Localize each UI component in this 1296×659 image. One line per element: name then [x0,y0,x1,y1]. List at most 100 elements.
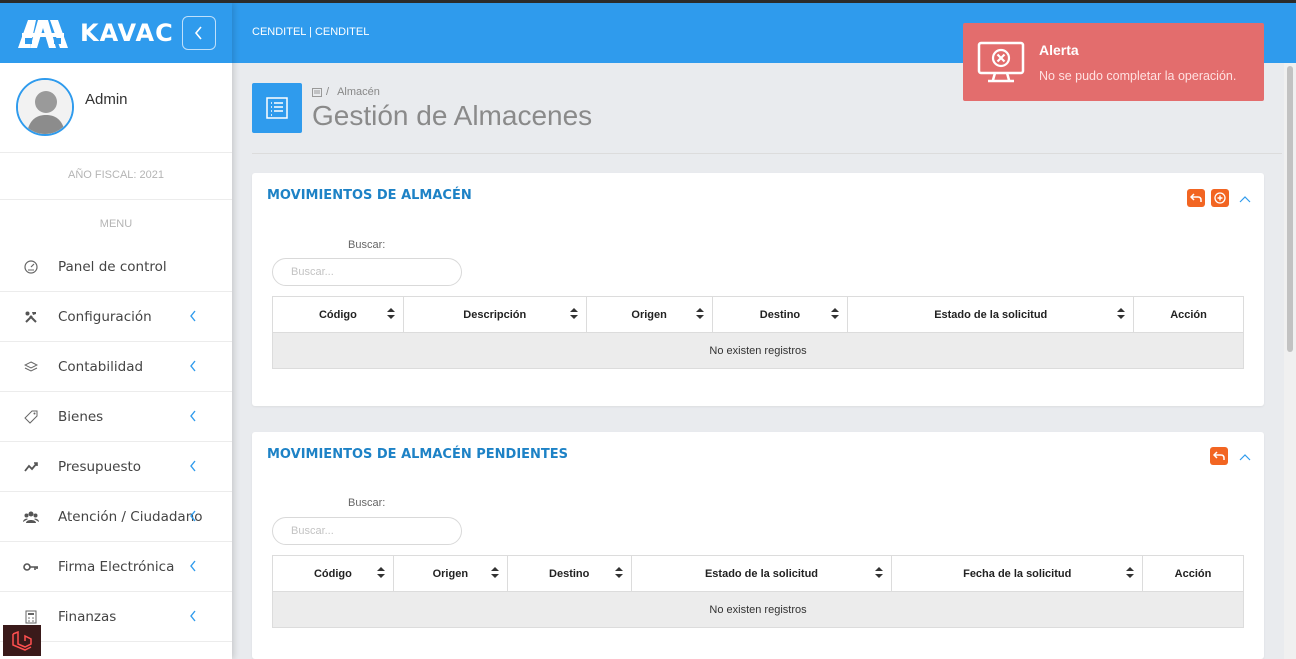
chevron-up-icon[interactable] [1238,192,1252,206]
search-input[interactable] [272,258,462,286]
table-row: No existen registros [272,591,1244,628]
sort-icon [376,567,385,578]
user-silhouette-icon [18,80,72,134]
table-row: No existen registros [272,332,1244,369]
alert-title: Alerta [1039,42,1079,58]
column-header-accion: Acción [1133,296,1244,333]
empty-message: No existen registros [272,591,1244,628]
column-header-destino[interactable]: Destino [711,296,849,333]
user-name: Admin [85,91,128,108]
plus-circle-icon [1214,192,1226,204]
window-top-edge [0,0,1296,3]
movements-card: MOVIMIENTOS DE ALMACÉN Buscar: Código De… [252,173,1264,406]
breadcrumb-item[interactable]: Almacén [337,86,380,98]
list-small-icon [312,87,322,97]
chevron-left-icon [190,610,196,622]
column-header-origen[interactable]: Origen [392,555,508,592]
sort-icon [490,567,499,578]
sidebar-item-label: Bienes [58,408,104,425]
sidebar-item-label: Finanzas [58,608,117,625]
chevron-left-icon [190,510,196,522]
column-header-origen[interactable]: Origen [585,296,713,333]
card-title: MOVIMIENTOS DE ALMACÉN [267,188,472,203]
back-button[interactable] [1187,189,1205,207]
breadcrumb-separator: / [326,86,330,98]
brand-name: KAVAC [80,19,174,47]
sidebar-item-configuracion[interactable]: Configuración [0,292,232,342]
sidebar-collapse-button[interactable] [182,16,216,50]
laravel-debug-badge[interactable] [3,625,41,656]
sort-icon [614,567,623,578]
undo-icon [1190,193,1202,202]
organization-label: CENDITEL | CENDITEL [252,26,370,38]
page-title: Gestión de Almacenes [312,100,593,131]
chevron-left-icon [190,560,196,572]
sidebar-item-label: Configuración [58,308,152,325]
sidebar: KAVAC Admin AÑO FISCAL: 2021 MENU Panel … [0,3,232,659]
scrollbar-thumb[interactable] [1287,66,1293,352]
sidebar-item-bienes[interactable]: Bienes [0,392,232,442]
chevron-left-icon [190,310,196,322]
avatar[interactable] [16,78,74,136]
column-header-destino[interactable]: Destino [506,555,632,592]
sidebar-item-atencion-ciudadano[interactable]: Atención / Ciudadano [0,492,232,542]
dashboard-icon [23,259,39,275]
chevron-up-icon[interactable] [1238,450,1252,464]
movements-table: Código Descripción Origen Destino Estado… [272,296,1244,369]
pending-movements-card: MOVIMIENTOS DE ALMACÉN PENDIENTES Buscar… [252,432,1264,659]
sort-icon [386,308,395,319]
brand-bar: KAVAC [0,3,232,63]
sidebar-item-label: Panel de control [58,258,167,275]
column-header-codigo[interactable]: Código [272,555,394,592]
column-header-estado[interactable]: Estado de la solicitud [847,296,1135,333]
table-header-row: Código Origen Destino Estado de la solic… [272,555,1244,592]
tools-icon [23,309,39,325]
empty-message: No existen registros [272,332,1244,369]
sidebar-item-panel-de-control[interactable]: Panel de control [0,242,232,292]
chevron-left-icon [190,360,196,372]
breadcrumb: / Almacén [312,86,380,98]
search-label: Buscar: [348,239,386,251]
column-header-descripcion[interactable]: Descripción [402,296,587,333]
sidebar-item-label: Firma Electrónica [58,558,175,575]
search-input[interactable] [272,517,462,545]
sidebar-item-firma-electronica[interactable]: Firma Electrónica [0,542,232,592]
sort-icon [695,308,704,319]
sort-icon [831,308,840,319]
column-header-fecha[interactable]: Fecha de la solicitud [891,555,1144,592]
undo-icon [1213,451,1225,460]
sidebar-item-label: Contabilidad [58,358,144,375]
kavac-logo-icon [18,20,68,48]
chevron-left-icon [194,26,202,40]
tag-icon [23,409,39,425]
chevron-left-icon [190,460,196,472]
calculator-icon [23,609,39,625]
alert-message: No se pudo completar la operación. [1039,69,1237,83]
column-header-accion: Acción [1142,555,1244,592]
key-icon [23,559,39,575]
menu-title: MENU [99,218,133,230]
column-header-codigo[interactable]: Código [272,296,404,333]
user-profile: Admin [0,63,232,153]
add-button[interactable] [1211,189,1229,207]
sort-icon [1117,308,1126,319]
layers-icon [23,359,39,375]
users-icon [23,509,39,525]
sidebar-item-label: Atención / Ciudadano [58,508,203,525]
alert-notification[interactable]: Alerta No se pudo completar la operación… [963,23,1264,101]
table-header-row: Código Descripción Origen Destino Estado… [272,296,1244,333]
page-icon [252,83,302,133]
list-icon [266,97,288,119]
sort-icon [1126,567,1135,578]
sort-icon [875,567,884,578]
sidebar-item-contabilidad[interactable]: Contabilidad [0,342,232,392]
back-button[interactable] [1210,447,1228,465]
fiscal-year: AÑO FISCAL: 2021 [0,153,232,200]
monitor-error-icon [977,41,1025,83]
pending-movements-table: Código Origen Destino Estado de la solic… [272,555,1244,628]
laravel-logo-icon [12,630,32,651]
title-divider [252,153,1282,154]
sort-icon [569,308,578,319]
sidebar-item-presupuesto[interactable]: Presupuesto [0,442,232,492]
column-header-estado[interactable]: Estado de la solicitud [630,555,893,592]
